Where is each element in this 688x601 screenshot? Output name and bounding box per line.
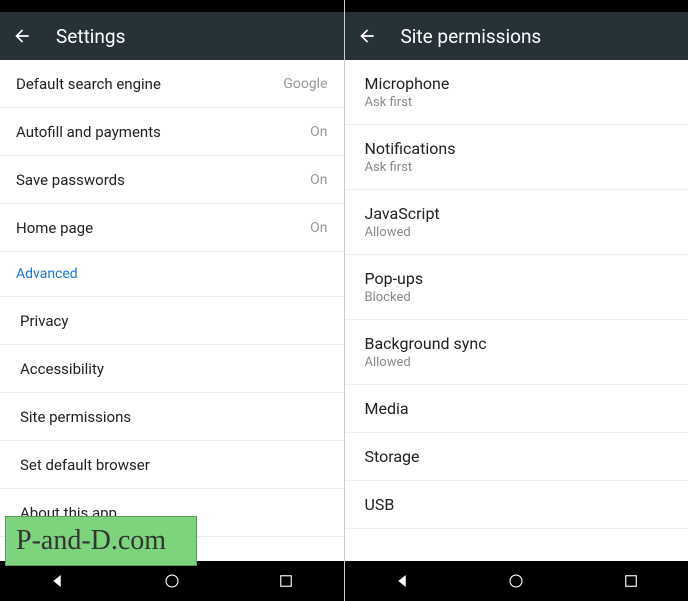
row-sub: Allowed bbox=[365, 355, 487, 370]
row-label: Accessibility bbox=[16, 360, 104, 378]
row-label: Save passwords bbox=[16, 171, 125, 189]
row-save-passwords[interactable]: Save passwords On bbox=[0, 156, 344, 204]
row-popups[interactable]: Pop-ups Blocked bbox=[345, 255, 688, 320]
row-label: Background sync bbox=[365, 334, 487, 353]
row-sub: Ask first bbox=[365, 160, 456, 175]
row-value: On bbox=[310, 172, 327, 188]
row-javascript[interactable]: JavaScript Allowed bbox=[345, 190, 688, 255]
nav-home-icon[interactable] bbox=[507, 572, 525, 590]
row-label: Home page bbox=[16, 219, 93, 237]
row-label: Set default browser bbox=[16, 456, 150, 474]
row-label: Media bbox=[365, 399, 409, 418]
nav-bar-right bbox=[345, 561, 688, 601]
row-value: On bbox=[310, 220, 327, 236]
row-default-search-engine[interactable]: Default search engine Google bbox=[0, 60, 344, 108]
row-value: On bbox=[310, 124, 327, 140]
settings-list: Default search engine Google Autofill an… bbox=[0, 60, 344, 561]
row-label: Storage bbox=[365, 447, 420, 466]
row-background-sync[interactable]: Background sync Allowed bbox=[345, 320, 688, 385]
row-label: Default search engine bbox=[16, 75, 161, 93]
row-set-default-browser[interactable]: Set default browser bbox=[0, 441, 344, 489]
nav-recent-icon[interactable] bbox=[622, 572, 640, 590]
row-autofill-payments[interactable]: Autofill and payments On bbox=[0, 108, 344, 156]
row-label: JavaScript bbox=[365, 204, 440, 223]
row-label: Microphone bbox=[365, 74, 450, 93]
status-bar-right bbox=[345, 0, 688, 12]
nav-recent-icon[interactable] bbox=[277, 572, 295, 590]
site-permissions-pane: Site permissions Microphone Ask first No… bbox=[345, 0, 688, 601]
page-title-site-permissions: Site permissions bbox=[401, 25, 542, 48]
row-home-page[interactable]: Home page On bbox=[0, 204, 344, 252]
row-label: Notifications bbox=[365, 139, 456, 158]
row-label: Pop-ups bbox=[365, 269, 424, 288]
nav-back-icon[interactable] bbox=[48, 572, 66, 590]
page-title-settings: Settings bbox=[56, 25, 125, 48]
row-sub: Allowed bbox=[365, 225, 440, 240]
row-notifications[interactable]: Notifications Ask first bbox=[345, 125, 688, 190]
row-media[interactable]: Media bbox=[345, 385, 688, 433]
row-label: Autofill and payments bbox=[16, 123, 161, 141]
back-icon[interactable] bbox=[357, 26, 377, 46]
nav-bar-left bbox=[0, 561, 344, 601]
row-label: Site permissions bbox=[16, 408, 131, 426]
row-sub: Ask first bbox=[365, 95, 450, 110]
row-accessibility[interactable]: Accessibility bbox=[0, 345, 344, 393]
row-label: USB bbox=[365, 495, 395, 514]
row-value: Google bbox=[283, 76, 327, 92]
row-privacy[interactable]: Privacy bbox=[0, 297, 344, 345]
settings-pane: Settings Default search engine Google Au… bbox=[0, 0, 345, 601]
watermark: P-and-D.com bbox=[5, 516, 197, 566]
app-bar-settings: Settings bbox=[0, 12, 344, 60]
row-label: Privacy bbox=[16, 312, 68, 330]
row-usb[interactable]: USB bbox=[345, 481, 688, 529]
section-advanced: Advanced bbox=[0, 252, 344, 297]
nav-home-icon[interactable] bbox=[163, 572, 181, 590]
back-icon[interactable] bbox=[12, 26, 32, 46]
row-sub: Blocked bbox=[365, 290, 424, 305]
permissions-list: Microphone Ask first Notifications Ask f… bbox=[345, 60, 688, 561]
nav-back-icon[interactable] bbox=[393, 572, 411, 590]
row-storage[interactable]: Storage bbox=[345, 433, 688, 481]
status-bar-left bbox=[0, 0, 344, 12]
row-microphone[interactable]: Microphone Ask first bbox=[345, 60, 688, 125]
app-bar-site-permissions: Site permissions bbox=[345, 12, 688, 60]
row-site-permissions[interactable]: Site permissions bbox=[0, 393, 344, 441]
